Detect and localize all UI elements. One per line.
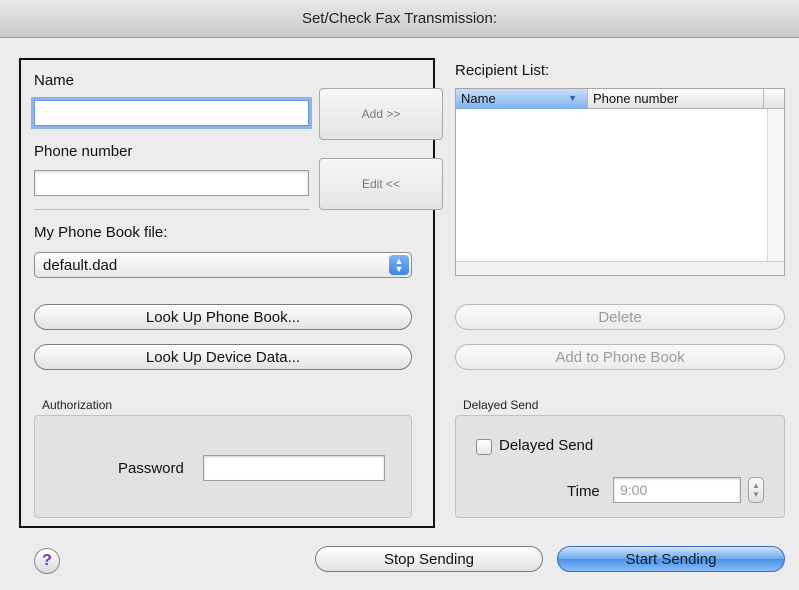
delete-button-label: Delete (598, 308, 642, 326)
add-to-phone-book-button[interactable]: Add to Phone Book (455, 344, 785, 370)
phonebook-file-label: My Phone Book file: (34, 224, 168, 241)
sort-descending-icon: ▼ (568, 93, 577, 103)
delayed-send-checkbox[interactable] (476, 439, 492, 455)
help-button[interactable]: ? (34, 548, 60, 574)
column-header-name-label: Name (461, 91, 496, 106)
name-label: Name (34, 72, 75, 89)
window-title-bar: Set/Check Fax Transmission: (0, 0, 799, 38)
look-up-device-data-button[interactable]: Look Up Device Data... (34, 344, 412, 370)
add-button-label: Add >> (361, 107, 401, 121)
table-vertical-scrollbar[interactable] (767, 109, 784, 261)
delayed-send-checkbox-label: Delayed Send (499, 437, 594, 454)
add-button[interactable]: Add >> (319, 88, 443, 140)
stop-sending-label: Stop Sending (383, 550, 475, 568)
look-up-phone-book-button[interactable]: Look Up Phone Book... (34, 304, 412, 330)
table-header: Name ▼ Phone number (456, 89, 784, 109)
window-title: Set/Check Fax Transmission: (301, 10, 498, 27)
column-header-name[interactable]: Name ▼ (456, 89, 588, 109)
recipient-list-label: Recipient List: (455, 62, 550, 79)
phone-number-label: Phone number (34, 143, 133, 160)
column-header-phone[interactable]: Phone number (588, 89, 764, 109)
delete-button[interactable]: Delete (455, 304, 785, 330)
phonebook-file-value: default.dad (43, 256, 118, 274)
look-up-phone-book-label: Look Up Phone Book... (145, 308, 301, 326)
stepper-arrows-icon[interactable]: ▲ ▼ (748, 477, 764, 503)
add-to-phone-book-label: Add to Phone Book (555, 348, 685, 366)
table-horizontal-scrollbar[interactable] (456, 261, 784, 275)
delayed-send-group-title: Delayed Send (463, 398, 539, 412)
phonebook-file-select[interactable]: default.dad ▲ ▼ (34, 252, 412, 278)
name-field[interactable] (34, 100, 309, 126)
recipient-list-table[interactable]: Name ▼ Phone number (455, 88, 785, 276)
help-icon: ? (42, 552, 52, 569)
stop-sending-button[interactable]: Stop Sending (315, 546, 543, 572)
authorization-group-title: Authorization (42, 398, 113, 412)
time-field[interactable] (613, 477, 741, 503)
edit-button-label: Edit << (361, 177, 401, 191)
phone-number-field[interactable] (34, 170, 309, 196)
updown-arrows-icon: ▲ ▼ (389, 255, 409, 275)
column-header-phone-label: Phone number (593, 91, 679, 106)
start-sending-button[interactable]: Start Sending (557, 546, 785, 572)
password-field[interactable] (203, 455, 385, 481)
password-label: Password (118, 460, 184, 477)
time-label: Time (567, 483, 600, 500)
look-up-device-data-label: Look Up Device Data... (145, 348, 301, 366)
separator (34, 209, 309, 210)
start-sending-label: Start Sending (625, 550, 717, 568)
edit-button[interactable]: Edit << (319, 158, 443, 210)
